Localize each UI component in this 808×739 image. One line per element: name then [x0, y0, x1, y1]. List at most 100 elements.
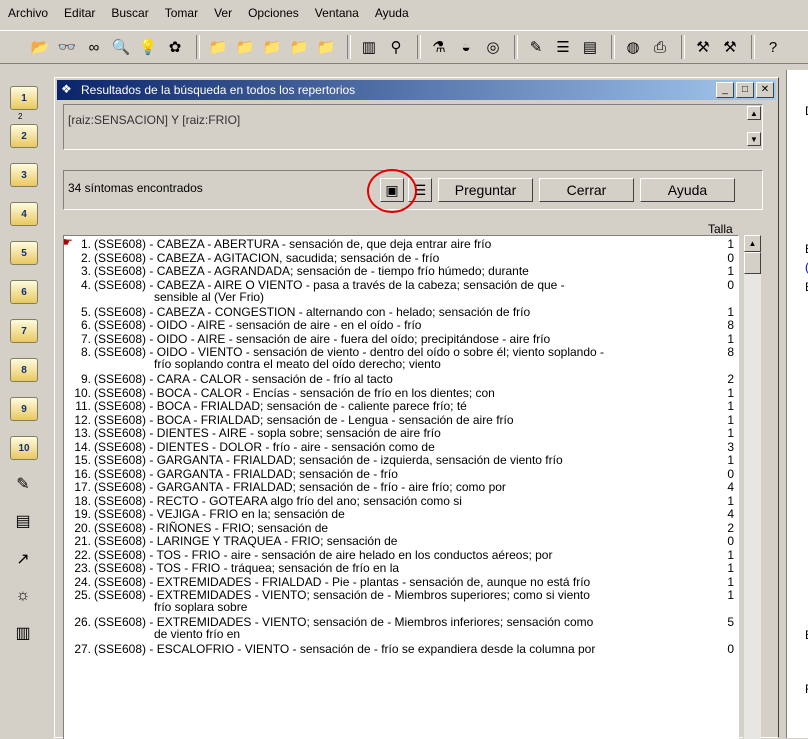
- globe-icon[interactable]: ◍: [621, 35, 645, 59]
- result-count: 34 síntomas encontrados: [68, 181, 203, 195]
- printer-icon[interactable]: ⎙: [648, 35, 672, 59]
- list-scroll-up-icon[interactable]: ▲: [744, 235, 761, 252]
- scroll-up-arrow-icon[interactable]: ▲: [747, 106, 761, 120]
- result-talla: 1: [727, 453, 734, 467]
- folder2-icon[interactable]: 📁: [233, 35, 257, 59]
- repertory-10-button[interactable]: 10: [10, 436, 38, 460]
- graph-icon[interactable]: ↗: [12, 548, 34, 570]
- result-talla: 0: [727, 534, 734, 548]
- flask-icon[interactable]: ⚗: [427, 35, 451, 59]
- result-talla: 3: [727, 439, 734, 454]
- repertory-9-button[interactable]: 9: [10, 397, 38, 421]
- result-number: 6.: [80, 318, 91, 332]
- result-text: (SSE608) - ESCALOFRIO - VIENTO - sensaci…: [94, 642, 596, 656]
- result-number: 16.: [74, 466, 91, 481]
- binoculars-icon[interactable]: 👓: [55, 35, 79, 59]
- result-number: 24.: [74, 574, 91, 589]
- target-icon[interactable]: ◎: [481, 35, 505, 59]
- query-scrollbar[interactable]: ▲ ▼: [747, 106, 761, 148]
- repertory-1-button[interactable]: 1: [10, 86, 38, 110]
- result-text: (SSE608) - TOS - FRIO - aire - sensación…: [94, 547, 553, 562]
- menu-ver[interactable]: Ver: [206, 6, 240, 20]
- result-talla: 1: [727, 547, 734, 562]
- result-text: (SSE608) - GARGANTA - FRIALDAD; sensació…: [94, 453, 563, 467]
- document-icon[interactable]: ▤: [12, 510, 34, 532]
- chart-icon[interactable]: ▥: [357, 35, 381, 59]
- result-number: 12.: [74, 412, 91, 427]
- result-text: (SSE608) - OIDO - AIRE - sensación de ai…: [94, 318, 422, 332]
- cerrar-label: Cerrar: [566, 182, 607, 198]
- result-number: 4.: [80, 277, 91, 292]
- book-icon[interactable]: ▤: [578, 35, 602, 59]
- result-number: 14.: [74, 439, 91, 454]
- result-talla: 1: [727, 426, 734, 440]
- menu-tomar[interactable]: Tomar: [157, 6, 206, 20]
- result-number: 3.: [80, 264, 91, 278]
- results-list[interactable]: ☛ 1. (SSE608) - CABEZA - ABERTURA - sensac…: [63, 235, 739, 739]
- result-text: (SSE608) - CARA - CALOR - sensación de -…: [94, 372, 393, 386]
- minimize-button[interactable]: _: [716, 82, 734, 98]
- tool2-icon[interactable]: ⚒: [718, 35, 742, 59]
- result-number: 22.: [74, 547, 91, 562]
- help-icon[interactable]: ?: [761, 35, 785, 59]
- ayuda-label: Ayuda: [667, 182, 708, 198]
- folder-icon[interactable]: 📁: [206, 35, 230, 59]
- menu-editar[interactable]: Editar: [56, 6, 103, 20]
- repertory-4-button[interactable]: 4: [10, 202, 38, 226]
- menu-ventana[interactable]: Ventana: [307, 6, 367, 20]
- menu-buscar[interactable]: Buscar: [103, 6, 156, 20]
- query-text: [raiz:SENSACION] Y [raiz:FRIO]: [68, 113, 241, 127]
- result-text: (SSE608) - CABEZA - CONGESTION - alterna…: [94, 304, 531, 319]
- tool-icon[interactable]: ⚒: [691, 35, 715, 59]
- herb-icon[interactable]: ✿: [163, 35, 187, 59]
- result-talla: 1: [727, 399, 734, 413]
- query-field[interactable]: [raiz:SENSACION] Y [raiz:FRIO] ▲ ▼: [63, 104, 763, 150]
- close-button[interactable]: ✕: [756, 82, 774, 98]
- menu-ayuda[interactable]: Ayuda: [367, 6, 417, 20]
- preguntar-button[interactable]: Preguntar: [438, 178, 533, 202]
- repertory-8-button[interactable]: 8: [10, 358, 38, 382]
- result-text-continuation: sensible al (Ver Frio): [154, 289, 265, 304]
- magnifier-icon[interactable]: 🔍: [109, 35, 133, 59]
- repertory-5-button[interactable]: 5: [10, 241, 38, 265]
- repertory-3-button[interactable]: 3: [10, 163, 38, 187]
- glasses-icon[interactable]: ∞: [82, 35, 106, 59]
- result-number: 7.: [80, 331, 91, 346]
- notes-icon[interactable]: ✎: [524, 35, 548, 59]
- app-icon: ❖: [61, 82, 72, 96]
- menu-opciones[interactable]: Opciones: [240, 6, 307, 20]
- result-talla: 0: [727, 642, 734, 656]
- ayuda-button[interactable]: Ayuda: [640, 178, 735, 202]
- list-icon[interactable]: ☰: [551, 35, 575, 59]
- repertory-7-button[interactable]: 7: [10, 319, 38, 343]
- repertory-2-button[interactable]: 2: [10, 124, 38, 148]
- folder4-icon[interactable]: 📁: [287, 35, 311, 59]
- maximize-button[interactable]: □: [736, 82, 754, 98]
- bulb-icon[interactable]: ☼: [12, 585, 34, 607]
- menu-archivo[interactable]: Archivo: [0, 6, 56, 20]
- hat-icon[interactable]: ◒: [454, 35, 478, 59]
- results-scrollbar[interactable]: ▲: [743, 235, 761, 739]
- book-icon[interactable]: ▥: [12, 622, 34, 644]
- repertory-6-button[interactable]: 6: [10, 280, 38, 304]
- folder3-icon[interactable]: 📁: [260, 35, 284, 59]
- result-number: 10.: [74, 385, 91, 400]
- folder5-icon[interactable]: 📁: [314, 35, 338, 59]
- result-talla: 1: [727, 412, 734, 427]
- result-text: (SSE608) - CABEZA - AGRANDADA; sensación…: [94, 264, 529, 278]
- pencil-icon[interactable]: ✎: [12, 473, 34, 495]
- result-number: 26.: [74, 615, 91, 629]
- result-text: (SSE608) - CABEZA - ABERTURA - sensación…: [94, 237, 492, 251]
- scroll-thumb[interactable]: [744, 252, 761, 274]
- tree-icon[interactable]: ⚲: [384, 35, 408, 59]
- bulb-icon[interactable]: 💡: [136, 35, 160, 59]
- scroll-down-arrow-icon[interactable]: ▼: [747, 132, 761, 146]
- cerrar-button[interactable]: Cerrar: [539, 178, 634, 202]
- result-talla: 4: [727, 480, 734, 494]
- result-number: 19.: [74, 507, 91, 521]
- result-number: 25.: [74, 588, 91, 602]
- toolbar-separator: [417, 35, 421, 59]
- result-talla: 8: [727, 318, 734, 332]
- open-icon[interactable]: 📂: [28, 35, 52, 59]
- result-text-continuation: de viento frío en: [154, 627, 241, 641]
